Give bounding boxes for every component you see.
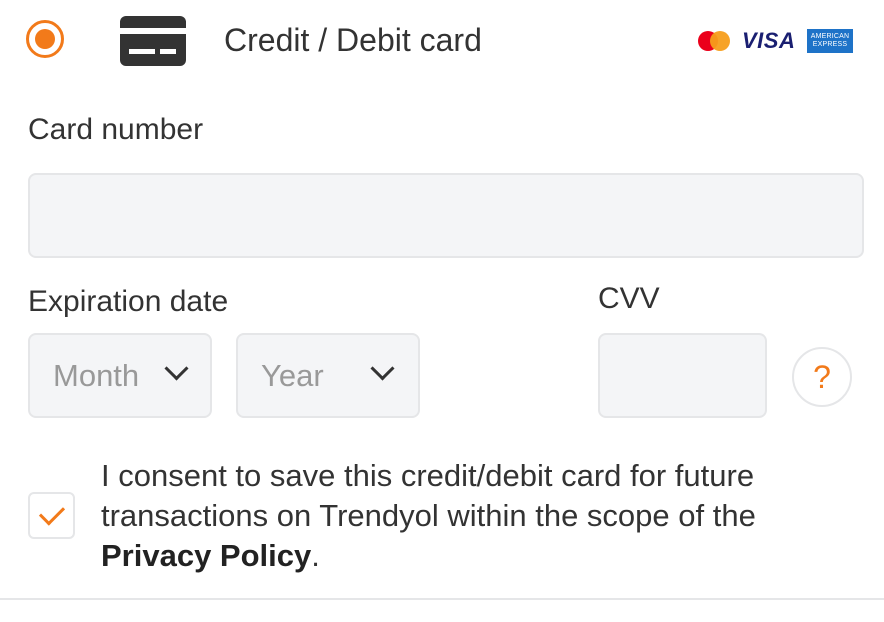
year-placeholder: Year [261, 357, 324, 393]
privacy-policy-link[interactable]: Privacy Policy [101, 538, 311, 573]
card-number-label: Card number [28, 113, 204, 146]
consent-text-body: I consent to save this credit/debit card… [101, 458, 756, 533]
cvv-label: CVV [598, 282, 660, 315]
credit-card-icon [120, 16, 186, 66]
year-select[interactable]: Year [236, 333, 420, 418]
checkmark-icon [38, 499, 66, 526]
consent-text: I consent to save this credit/debit card… [101, 456, 861, 576]
save-card-checkbox[interactable] [28, 492, 75, 539]
payment-method-title[interactable]: Credit / Debit card [224, 20, 482, 60]
section-divider [0, 598, 884, 600]
card-number-input[interactable] [28, 173, 864, 258]
chevron-down-icon [164, 356, 189, 381]
cvv-input[interactable] [598, 333, 767, 418]
chevron-down-icon [370, 356, 395, 381]
month-select[interactable]: Month [28, 333, 212, 418]
expiration-date-label: Expiration date [28, 285, 229, 318]
month-placeholder: Month [53, 357, 140, 393]
mastercard-icon [698, 31, 732, 51]
payment-method-radio[interactable] [26, 20, 64, 58]
amex-icon: AMERICAN EXPRESS [807, 29, 853, 53]
cvv-help-icon[interactable]: ? [792, 347, 852, 407]
radio-selected-dot [35, 29, 55, 49]
visa-icon: VISA [742, 28, 796, 53]
consent-text-end: . [311, 538, 320, 573]
